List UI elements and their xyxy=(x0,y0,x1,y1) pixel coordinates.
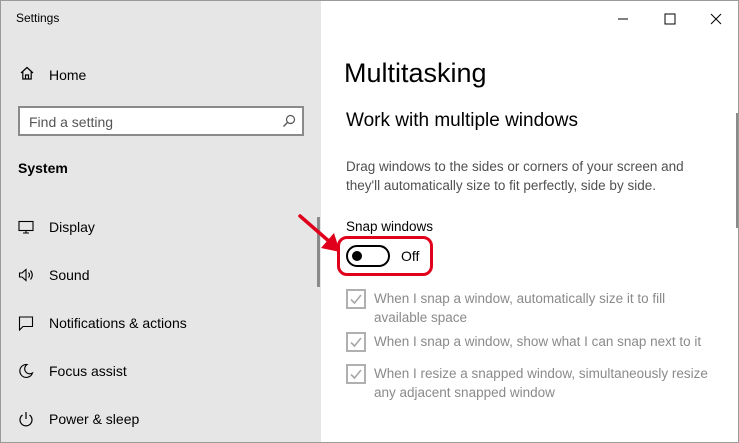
minimize-button[interactable] xyxy=(608,9,638,29)
maximize-button[interactable] xyxy=(655,9,685,29)
toggle-knob xyxy=(352,251,362,261)
snap-option-checkbox[interactable] xyxy=(346,289,366,309)
section-heading-system: System xyxy=(18,160,68,176)
sidebar-item-sound[interactable]: Sound xyxy=(18,264,89,286)
sidebar-item-notifications[interactable]: Notifications & actions xyxy=(18,312,187,334)
search-icon xyxy=(282,114,296,133)
app-title: Settings xyxy=(16,11,60,25)
snap-option-checkbox[interactable] xyxy=(346,332,366,352)
search-placeholder: Find a setting xyxy=(29,114,114,130)
snap-option-label: When I resize a snapped window, simultan… xyxy=(374,366,708,400)
snap-option-checkbox[interactable] xyxy=(346,364,366,384)
display-icon xyxy=(18,219,34,235)
speaker-icon xyxy=(18,267,34,283)
notification-icon xyxy=(18,315,34,331)
sidebar-item-label: Power & sleep xyxy=(49,411,140,427)
sidebar-item-label: Focus assist xyxy=(49,363,127,379)
snap-windows-label: Snap windows xyxy=(346,219,434,234)
sidebar-item-label: Home xyxy=(49,67,87,83)
section-description: Drag windows to the sides or corners of … xyxy=(346,159,684,193)
sidebar-item-label: Display xyxy=(49,219,95,235)
snap-option-label: When I snap a window, automatically size… xyxy=(374,291,666,325)
page-title: Multitasking xyxy=(344,58,487,88)
home-icon xyxy=(19,65,35,86)
moon-icon xyxy=(18,363,34,379)
sidebar-item-display[interactable]: Display xyxy=(18,216,95,238)
power-icon xyxy=(18,411,34,427)
content-pane: Multitasking Work with multiple windows … xyxy=(321,1,738,442)
sidebar-item-home[interactable]: Home xyxy=(19,65,86,85)
sidebar: Settings Home Find a setting System Disp… xyxy=(1,1,321,442)
settings-window: Settings Home Find a setting System Disp… xyxy=(0,0,739,443)
snap-windows-toggle[interactable] xyxy=(346,245,390,267)
search-input[interactable]: Find a setting xyxy=(18,106,304,136)
snap-option-label: When I snap a window, show what I can sn… xyxy=(374,334,702,349)
toggle-state-label: Off xyxy=(401,248,420,264)
red-arrow-icon xyxy=(297,213,343,260)
sidebar-item-focus-assist[interactable]: Focus assist xyxy=(18,360,127,382)
section-title: Work with multiple windows xyxy=(346,110,578,131)
sidebar-item-power-sleep[interactable]: Power & sleep xyxy=(18,408,139,430)
sidebar-item-label: Notifications & actions xyxy=(49,315,187,331)
sidebar-item-label: Sound xyxy=(49,267,90,283)
close-button[interactable] xyxy=(701,9,731,29)
